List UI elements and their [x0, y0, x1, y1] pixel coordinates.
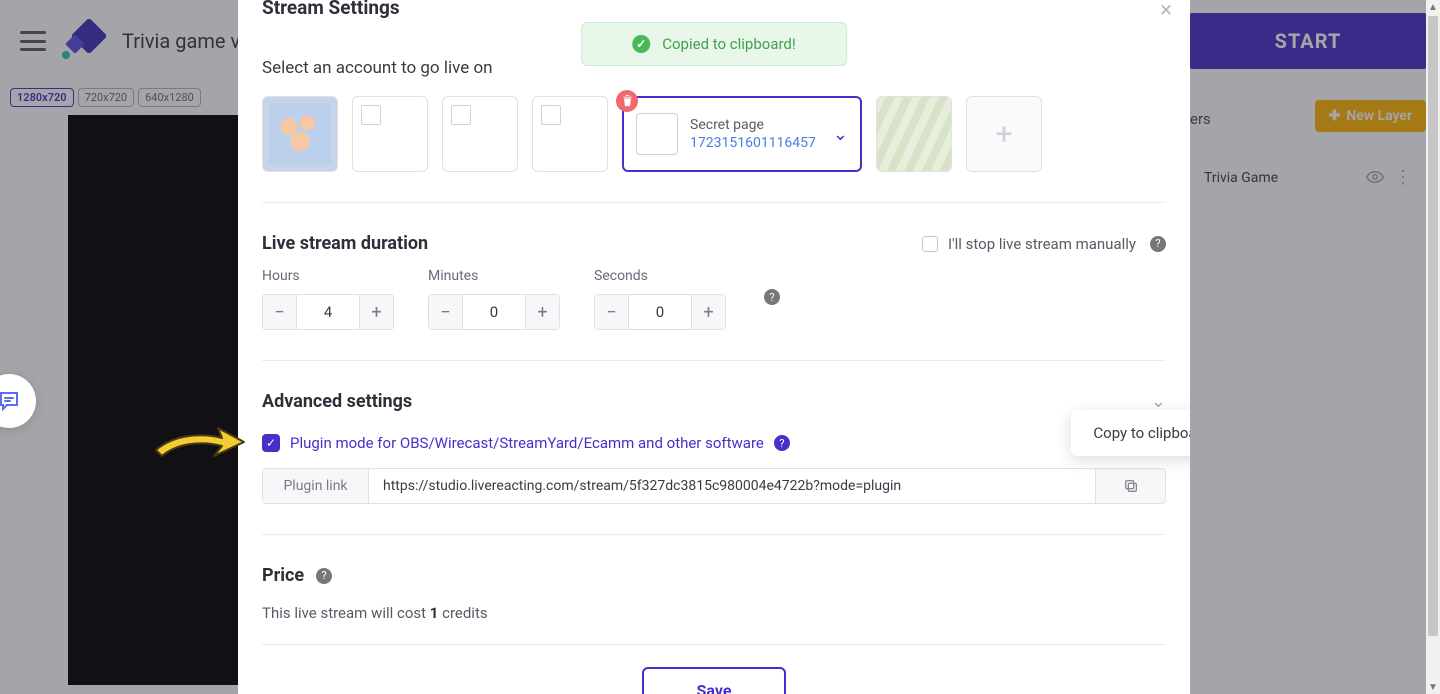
manual-stop-label: I'll stop live stream manually — [948, 235, 1136, 253]
account-option[interactable] — [442, 96, 518, 172]
price-line: This live stream will cost 1 credits — [262, 604, 1166, 622]
advanced-heading: Advanced settings — [262, 391, 412, 412]
account-name: Secret page — [690, 117, 816, 133]
minutes-input[interactable] — [463, 295, 525, 329]
trash-icon[interactable] — [616, 90, 638, 112]
close-icon[interactable]: × — [1160, 0, 1172, 23]
help-icon[interactable]: ? — [316, 568, 332, 584]
help-icon[interactable]: ? — [764, 289, 780, 305]
account-id: 1723151601116457 — [690, 135, 816, 151]
check-icon: ✓ — [632, 35, 650, 53]
seconds-input[interactable] — [629, 295, 691, 329]
toast: ✓ Copied to clipboard! — [581, 22, 847, 66]
duration-heading: Live stream duration — [262, 233, 428, 254]
account-thumb — [636, 113, 678, 155]
plugin-mode-label: Plugin mode for OBS/Wirecast/StreamYard/… — [290, 434, 764, 452]
hours-label: Hours — [262, 268, 394, 284]
account-option[interactable] — [532, 96, 608, 172]
add-account-button[interactable]: + — [966, 96, 1042, 172]
modal-title: Stream Settings — [262, 0, 400, 19]
scroll-up-arrow[interactable]: ▲ — [1426, 0, 1440, 14]
plugin-mode-checkbox[interactable]: ✓ — [262, 434, 280, 452]
account-option[interactable] — [352, 96, 428, 172]
help-icon[interactable]: ? — [1150, 236, 1166, 252]
manual-stop-checkbox[interactable] — [922, 236, 938, 252]
hours-increment[interactable]: + — [359, 295, 393, 329]
account-option[interactable] — [876, 96, 952, 172]
scroll-down-arrow[interactable]: ▼ — [1426, 680, 1440, 694]
price-heading: Price — [262, 565, 304, 586]
help-icon[interactable]: ? — [774, 435, 790, 451]
plugin-link-label: Plugin link — [263, 469, 369, 503]
minutes-increment[interactable]: + — [525, 295, 559, 329]
chevron-down-icon: ⌄ — [1151, 391, 1166, 412]
chevron-down-icon[interactable]: ⌄ — [833, 124, 848, 145]
advanced-toggle[interactable]: Advanced settings ⌄ — [262, 391, 1166, 412]
account-option[interactable] — [262, 96, 338, 172]
seconds-stepper: − + — [594, 294, 726, 330]
minutes-label: Minutes — [428, 268, 560, 284]
seconds-increment[interactable]: + — [691, 295, 725, 329]
hours-input[interactable] — [297, 295, 359, 329]
save-button[interactable]: Save — [642, 667, 786, 694]
minutes-stepper: − + — [428, 294, 560, 330]
hours-decrement[interactable]: − — [263, 295, 297, 329]
vertical-scrollbar[interactable]: ▲ ▼ — [1426, 0, 1440, 694]
seconds-decrement[interactable]: − — [595, 295, 629, 329]
seconds-label: Seconds — [594, 268, 726, 284]
minutes-decrement[interactable]: − — [429, 295, 463, 329]
scroll-thumb[interactable] — [1428, 16, 1438, 636]
copy-tooltip: Copy to clipboard — [1071, 410, 1190, 456]
account-option-selected[interactable]: Secret page 1723151601116457 ⌄ — [622, 96, 862, 172]
plugin-link-input[interactable] — [369, 469, 1095, 503]
hours-stepper: − + — [262, 294, 394, 330]
copy-button[interactable] — [1095, 469, 1165, 503]
toast-message: Copied to clipboard! — [662, 35, 796, 53]
